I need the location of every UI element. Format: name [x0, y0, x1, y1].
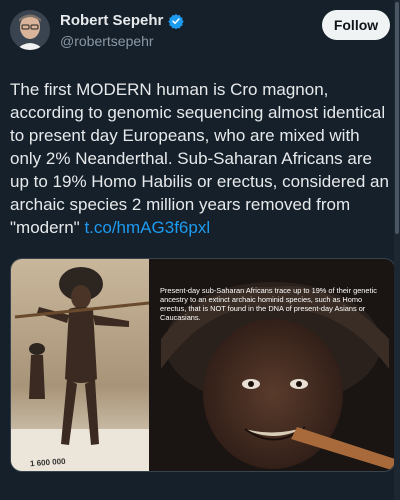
author-handle[interactable]: @robertsepehr [60, 33, 154, 49]
scrollbar[interactable] [394, 0, 400, 500]
tweet-card: Robert Sepehr @robertsepehr Follow The f… [0, 0, 400, 500]
tweet-text: The first MODERN human is Cro magnon, ac… [10, 78, 395, 239]
author-name[interactable]: Robert Sepehr [60, 12, 163, 29]
follow-button[interactable]: Follow [322, 10, 390, 40]
avatar-image [10, 10, 50, 50]
media-caption: Present-day sub-Saharan Africans trace u… [160, 286, 377, 322]
scrollbar-thumb[interactable] [395, 2, 399, 234]
tweet-link[interactable]: t.co/hmAG3f6pxl [84, 218, 210, 237]
verified-badge-icon [168, 13, 185, 29]
tweet-body: The first MODERN human is Cro magnon, ac… [10, 80, 389, 237]
author-name-row[interactable]: Robert Sepehr [60, 12, 185, 29]
avatar[interactable] [10, 10, 50, 50]
